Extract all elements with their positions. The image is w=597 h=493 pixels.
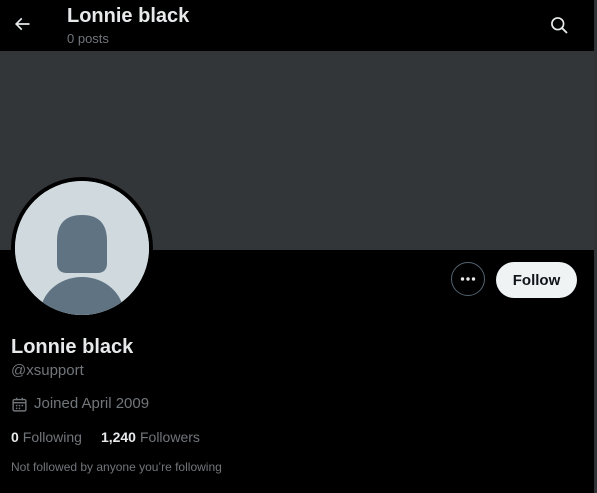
search-button[interactable]	[543, 8, 575, 42]
followers-label: Followers	[139, 429, 200, 445]
profile-display-name: Lonnie black	[11, 336, 134, 358]
followers-link[interactable]: 1,240 Followers	[101, 428, 200, 446]
follow-button[interactable]: Follow	[496, 262, 577, 298]
header-title: Lonnie black	[67, 5, 190, 27]
followers-count: 1,240	[100, 429, 136, 445]
header-posts-count: 0 posts	[67, 31, 109, 46]
default-avatar-image	[15, 181, 149, 315]
person-silhouette-icon	[15, 181, 149, 315]
profile-handle: @xsupport	[11, 362, 84, 379]
search-icon	[551, 17, 568, 34]
joined-text: Joined April 2009	[34, 395, 150, 412]
following-link[interactable]: 0 Following	[11, 428, 82, 446]
joined-date: Joined April 2009	[11, 395, 149, 413]
back-button[interactable]	[6, 6, 38, 42]
following-label: Following	[22, 429, 82, 445]
profile-header: Lonnie black 0 posts	[0, 0, 597, 51]
more-options-button[interactable]	[451, 262, 485, 296]
calendar-icon	[11, 396, 28, 413]
more-dots-icon	[460, 277, 476, 281]
following-count: 0	[11, 429, 19, 445]
follow-stats: 0 Following 1,240 Followers	[11, 428, 219, 446]
avatar[interactable]	[11, 177, 153, 319]
arrow-left-icon	[14, 17, 30, 31]
not-followed-notice: Not followed by anyone you’re following	[11, 460, 222, 474]
